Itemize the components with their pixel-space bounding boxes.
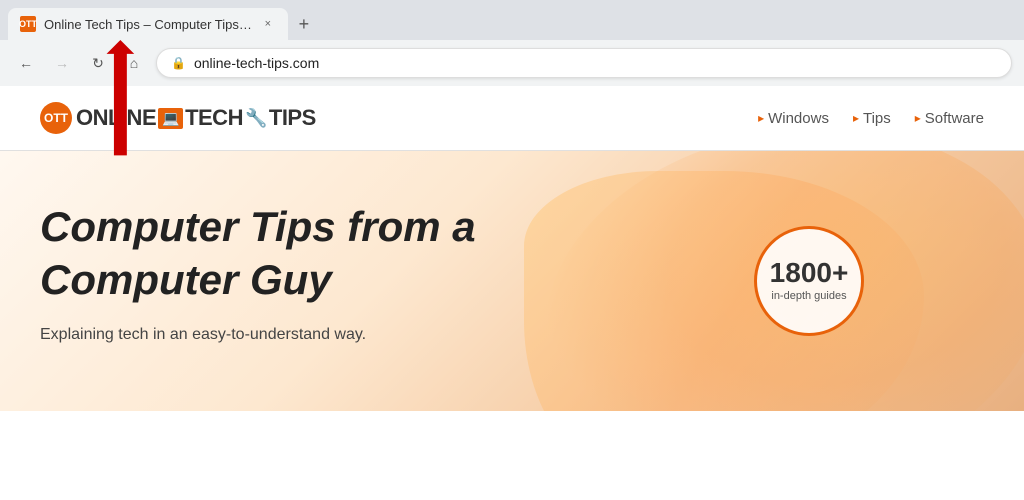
lock-icon: 🔒 xyxy=(171,56,186,70)
tab-title: Online Tech Tips – Computer Tips… xyxy=(44,17,252,32)
tab-bar: OTT Online Tech Tips – Computer Tips… × … xyxy=(0,0,1024,40)
forward-button[interactable]: → xyxy=(48,49,76,77)
nav-label-software: Software xyxy=(925,110,984,127)
site-header: OTT ONLINE💻TECH🔧TIPS ▸ Windows ▸ Tips ▸ … xyxy=(0,86,1024,151)
nav-bullet: ▸ xyxy=(915,111,921,125)
nav-label-tips: Tips xyxy=(863,110,891,127)
tab-favicon: OTT xyxy=(20,16,36,32)
navigation-bar: ← → ↻ ⌂ 🔒 online-tech-tips.com xyxy=(0,40,1024,86)
tab-close-button[interactable]: × xyxy=(260,16,276,32)
nav-item-windows[interactable]: ▸ Windows xyxy=(758,110,829,127)
nav-bullet: ▸ xyxy=(853,111,859,125)
browser-window: OTT Online Tech Tips – Computer Tips… × … xyxy=(0,0,1024,411)
logo-icon: OTT xyxy=(40,102,72,134)
logo-tech: TECH xyxy=(185,105,243,131)
hero-subtitle: Explaining tech in an easy-to-understand… xyxy=(40,326,640,344)
badge-label: in-depth guides xyxy=(771,289,846,303)
logo-monitor-icon: 💻 xyxy=(158,108,183,129)
logo-wrench-icon: 🔧 xyxy=(245,108,267,129)
website-content: OTT ONLINE💻TECH🔧TIPS ▸ Windows ▸ Tips ▸ … xyxy=(0,86,1024,411)
refresh-button[interactable]: ↻ xyxy=(84,49,112,77)
new-tab-button[interactable]: + xyxy=(290,10,318,38)
logo-tips: TIPS xyxy=(269,105,316,131)
address-bar[interactable]: 🔒 online-tech-tips.com xyxy=(156,48,1012,78)
hero-section: Computer Tips from a Computer Guy Explai… xyxy=(0,151,1024,411)
site-navigation: ▸ Windows ▸ Tips ▸ Software xyxy=(758,110,984,127)
hero-badge: 1800+ in-depth guides xyxy=(754,226,864,336)
nav-item-software[interactable]: ▸ Software xyxy=(915,110,984,127)
nav-label-windows: Windows xyxy=(768,110,829,127)
url-text: online-tech-tips.com xyxy=(194,55,319,71)
home-button[interactable]: ⌂ xyxy=(120,49,148,77)
back-button[interactable]: ← xyxy=(12,49,40,77)
logo-online: ONLINE xyxy=(76,105,156,131)
site-logo: OTT ONLINE💻TECH🔧TIPS xyxy=(40,102,316,134)
nav-item-tips[interactable]: ▸ Tips xyxy=(853,110,891,127)
nav-bullet: ▸ xyxy=(758,111,764,125)
hero-content: Computer Tips from a Computer Guy Explai… xyxy=(40,201,640,344)
logo-text: ONLINE💻TECH🔧TIPS xyxy=(76,105,316,131)
badge-number: 1800+ xyxy=(770,259,849,287)
active-tab[interactable]: OTT Online Tech Tips – Computer Tips… × xyxy=(8,8,288,40)
hero-title: Computer Tips from a Computer Guy xyxy=(40,201,640,306)
